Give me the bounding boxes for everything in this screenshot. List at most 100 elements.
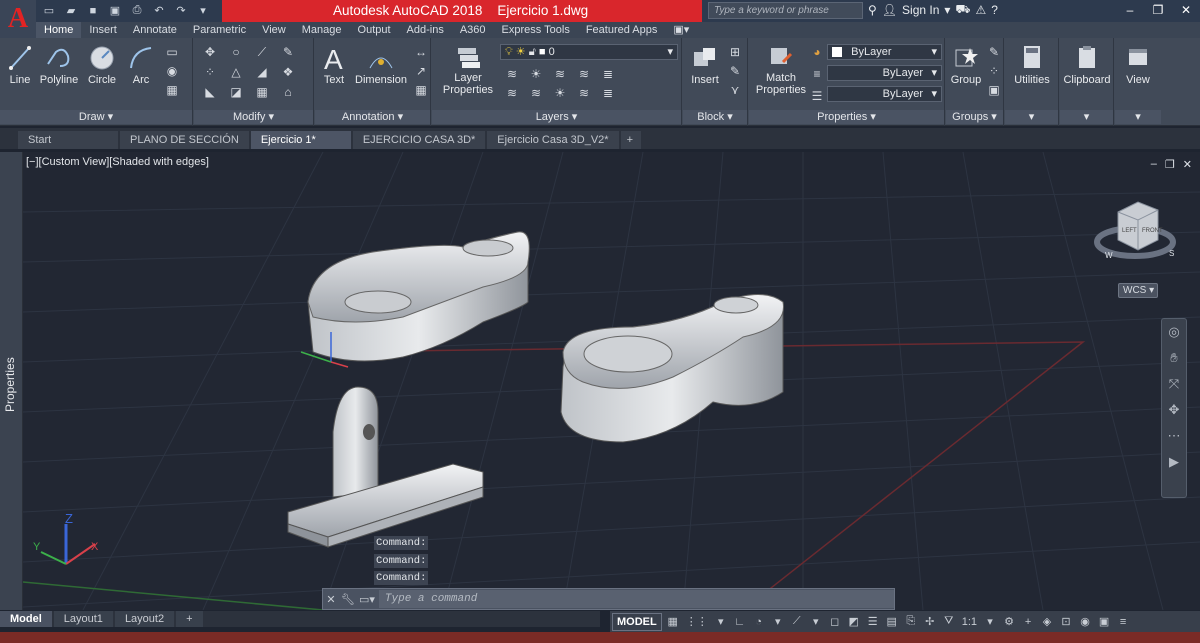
close-icon[interactable]: ✕ (1183, 158, 1192, 171)
layer-tool-icon[interactable]: ≣ (600, 85, 616, 101)
snap-icon[interactable]: ⋮⋮ (684, 613, 710, 631)
model-space-button[interactable]: MODEL (612, 612, 662, 631)
layer-properties-button[interactable]: Layer Properties (442, 44, 494, 96)
layer-tool-icon[interactable]: ≋ (504, 85, 520, 101)
wcs-menu[interactable]: WCS ▾ (1118, 283, 1158, 298)
steering-wheel-icon[interactable]: ◎ (1162, 319, 1186, 345)
tab-insert[interactable]: Insert (81, 22, 125, 38)
minimize-icon[interactable]: – (1116, 0, 1144, 20)
hatch-icon[interactable]: ◉ (164, 63, 180, 79)
command-prompt-icon[interactable]: ▭▾ (357, 590, 377, 608)
layer-tool-icon[interactable]: ☀ (528, 66, 544, 82)
redo-icon[interactable]: ↷ (172, 2, 190, 19)
isolate-objects-icon[interactable]: ◈ (1039, 613, 1055, 631)
layer-tool-icon[interactable]: ≋ (504, 66, 520, 82)
user-icon[interactable]: 👤︎ (882, 3, 897, 17)
new-tab-plus-icon[interactable]: + (620, 131, 641, 149)
lineweight-dropdown[interactable]: ByLayer ▾ (827, 86, 942, 102)
layer-tool-icon[interactable]: ≋ (528, 85, 544, 101)
arc-button[interactable]: Arc (124, 44, 158, 86)
utilities-button[interactable]: Utilities (1007, 44, 1057, 86)
tab-manage[interactable]: Manage (294, 22, 350, 38)
selection-cycling-icon[interactable]: ⎘ (903, 613, 919, 631)
groups-panel-title[interactable]: Groups ▾ (946, 110, 1003, 124)
trim-icon[interactable]: ⟋ (254, 44, 270, 60)
linear-dim-icon[interactable]: ↔ (413, 44, 429, 60)
group-edit-icon[interactable]: ⁘ (986, 63, 1002, 79)
tab-layout1[interactable]: Layout1 (53, 611, 113, 627)
tab-parametric[interactable]: Parametric (185, 22, 254, 38)
explode-icon[interactable]: ❖ (280, 64, 296, 80)
gear-icon[interactable]: ⚙ (1001, 613, 1017, 631)
doc-tab-plano-de-seccion[interactable]: PLANO DE SECCIÓN (120, 131, 249, 149)
tab-layout2[interactable]: Layout2 (114, 611, 175, 627)
command-input[interactable]: Type a command (378, 590, 894, 608)
cart-icon[interactable]: ⛟ (955, 2, 970, 18)
doc-tab-ejercicio-casa-3d[interactable]: EJERCICIO CASA 3D* (352, 131, 486, 149)
clipboard-panel-expand[interactable]: ▾ (1060, 110, 1113, 124)
group-button[interactable]: Group (948, 44, 984, 86)
match-properties-button[interactable]: Match Properties (755, 44, 807, 96)
modify-panel-title[interactable]: Modify ▾ (194, 110, 313, 124)
move-icon[interactable]: ✥ (202, 44, 218, 60)
ortho-icon[interactable]: ∟ (732, 613, 748, 631)
graphics-performance-icon[interactable]: ◉ (1077, 613, 1093, 631)
array-icon[interactable]: ▦ (254, 84, 270, 100)
color-dropdown[interactable]: ByLayer ▾ (827, 44, 942, 60)
hardware-acceleration-icon[interactable]: ⊡ (1058, 613, 1074, 631)
layer-tool-icon[interactable]: ≋ (576, 85, 592, 101)
print-icon[interactable]: ⎙ (128, 2, 146, 19)
ucs-dynamic-icon[interactable]: ◩ (846, 613, 862, 631)
properties-panel-title[interactable]: Properties ▾ (749, 110, 944, 124)
tab-output[interactable]: Output (350, 22, 399, 38)
tab-a360[interactable]: A360 (452, 22, 494, 38)
tab-annotate[interactable]: Annotate (125, 22, 185, 38)
save-as-icon[interactable]: ▣ (106, 2, 124, 19)
view-panel-expand[interactable]: ▾ (1115, 110, 1161, 124)
circle-button[interactable]: Circle (84, 44, 120, 86)
region-icon[interactable]: ▦ (164, 82, 180, 98)
doc-tab-ejercicio-1[interactable]: Ejercicio 1* (250, 131, 351, 149)
infer-icon[interactable]: ▾ (713, 613, 729, 631)
linetype-dropdown[interactable]: ByLayer ▾ (827, 65, 942, 81)
tab-home[interactable]: Home (36, 22, 82, 38)
2d-osnap-icon[interactable]: ◻ (827, 613, 843, 631)
customize-qat-icon[interactable]: ▾ (194, 2, 212, 19)
gizmo-icon[interactable]: ✢ (922, 613, 938, 631)
search-input[interactable]: Type a keyword or phrase (708, 2, 863, 19)
tab-express-tools[interactable]: Express Tools (494, 22, 578, 38)
annotation-panel-title[interactable]: Annotation ▾ (315, 110, 430, 124)
copy-icon[interactable]: ⁘ (202, 64, 218, 80)
tab-model[interactable]: Model (0, 611, 52, 627)
ungroup-icon[interactable]: ✎ (986, 44, 1002, 60)
edit-block-icon[interactable]: ✎ (727, 63, 743, 79)
ribbon-toggle-icon[interactable]: ▣▾ (665, 22, 697, 38)
isodraft-icon[interactable]: ▾ (770, 613, 786, 631)
stretch-icon[interactable]: ◣ (202, 84, 218, 100)
erase-icon[interactable]: ✎ (280, 44, 296, 60)
block-panel-title[interactable]: Block ▾ (683, 110, 747, 124)
layers-panel-title[interactable]: Layers ▾ (432, 110, 681, 124)
annotation-scale-icon[interactable]: ⛛ (941, 613, 957, 631)
exchange-icon[interactable]: ⚠ (976, 3, 987, 17)
drawing-viewport[interactable]: Z Y X LEFT FRONT W S [−][Custom View][Sh… (23, 152, 1200, 610)
transparency-icon[interactable]: ▤ (884, 613, 900, 631)
sign-in-link[interactable]: Sign In (902, 3, 939, 17)
polyline-button[interactable]: Polyline (38, 44, 80, 86)
draw-panel-title[interactable]: Draw ▾ (0, 110, 192, 124)
open-folder-icon[interactable]: ▰ (62, 2, 80, 19)
rotate-icon[interactable]: ○ (228, 44, 244, 60)
showmotion-icon[interactable]: ▶ (1162, 449, 1186, 475)
doc-tab-ejercicio-casa-3d-v2[interactable]: Ejercicio Casa 3D_V2* (487, 131, 619, 149)
save-icon[interactable]: ■ (84, 2, 102, 19)
viewport-label[interactable]: [−][Custom View][Shaded with edges] (26, 156, 209, 168)
properties-palette[interactable]: Properties (0, 152, 23, 610)
minimize-icon[interactable]: – (1151, 158, 1157, 171)
restore-icon[interactable]: ❐ (1165, 158, 1175, 171)
clean-screen-icon[interactable]: ▣ (1096, 613, 1112, 631)
chevron-down-icon[interactable]: ▾ (944, 3, 950, 17)
clipboard-button[interactable]: Clipboard (1062, 44, 1112, 86)
table-icon[interactable]: ▦ (413, 82, 429, 98)
application-menu-button[interactable]: A (0, 0, 36, 38)
chevron-down-icon[interactable]: ▾ (982, 613, 998, 631)
